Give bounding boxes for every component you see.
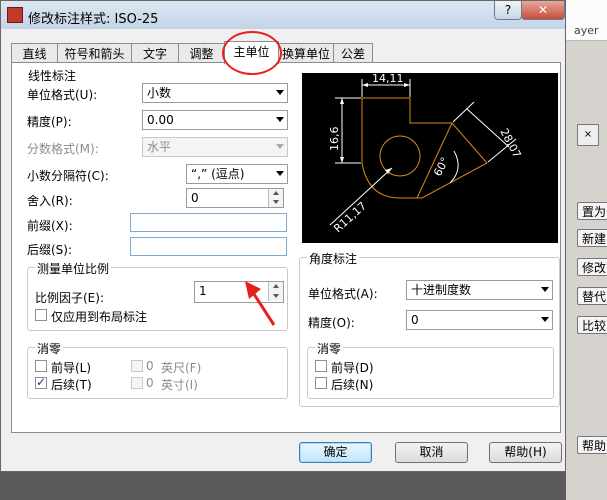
angular-unit-format-label: 单位格式(A):: [308, 287, 378, 301]
inch-value: 0: [146, 376, 154, 390]
round-off-value: 0: [191, 191, 199, 205]
preview-dim-right: 28,07: [497, 126, 523, 160]
angular-trailing-zero-checkbox[interactable]: [315, 377, 327, 389]
round-off-label: 舍入(R):: [27, 194, 73, 208]
tab-symbols-arrows[interactable]: 符号和箭头: [57, 43, 132, 63]
close-icon[interactable]: ✕: [521, 1, 565, 20]
tab-lines[interactable]: 直线: [11, 43, 58, 63]
tab-fit[interactable]: 调整: [178, 43, 225, 63]
angular-leading-zero-label: 前导(D): [331, 361, 374, 375]
preview-drawing: 14,11 16,6 28,07 60° R11,17: [328, 72, 524, 235]
background-close-icon[interactable]: ×: [577, 124, 599, 146]
chevron-down-icon: [276, 144, 284, 149]
suffix-input[interactable]: [130, 237, 287, 256]
chevron-down-icon: [276, 171, 284, 176]
layer-strip: ayer: [566, 0, 607, 41]
apply-layout-only-label: 仅应用到布局标注: [51, 310, 148, 324]
chevron-down-icon: [276, 117, 284, 122]
prefix-label: 前缀(X):: [27, 219, 73, 233]
angular-unit-format-select[interactable]: 十进制度数: [406, 280, 553, 300]
scale-factor-label: 比例因子(E):: [35, 291, 104, 305]
help-icon[interactable]: ?: [494, 1, 522, 20]
inch-label: 英寸(I): [161, 378, 198, 392]
zero-linear-title: 消零: [35, 340, 64, 357]
red-arrow-annotation: [245, 281, 276, 326]
preview-dim-radius: R11,17: [331, 199, 369, 235]
app-icon: [7, 7, 23, 23]
prefix-input[interactable]: [130, 213, 287, 232]
tab-text[interactable]: 文字: [131, 43, 179, 63]
inch-checkbox[interactable]: [131, 377, 143, 389]
angular-trailing-zero-label: 后续(N): [331, 378, 374, 392]
scale-factor-value: 1: [199, 284, 207, 298]
dimension-preview: 14,11 16,6 28,07 60° R11,17: [302, 72, 558, 243]
preview-dim-angle: 60°: [431, 155, 452, 178]
background-set-current-button[interactable]: 置为当: [577, 202, 607, 220]
fraction-format-label: 分数格式(M):: [27, 142, 99, 156]
leading-zero-checkbox[interactable]: [35, 360, 47, 372]
background-new-button[interactable]: 新建: [577, 229, 607, 247]
trailing-zero-checkbox[interactable]: [35, 375, 47, 389]
background-compare-button[interactable]: 比较: [577, 316, 607, 334]
decimal-separator-select[interactable]: “,” (逗点): [186, 164, 288, 184]
layer-text: ayer: [574, 24, 599, 37]
title-bar: 修改标注样式: ISO-25 ? ✕: [1, 1, 565, 29]
angular-precision-select[interactable]: 0: [406, 310, 553, 330]
unit-format-label: 单位格式(U):: [27, 88, 98, 102]
chevron-down-icon: [276, 90, 284, 95]
feet-checkbox[interactable]: [131, 360, 143, 372]
linear-group-title: 线性标注: [26, 67, 79, 84]
chevron-down-icon: [541, 317, 549, 322]
spin-down-icon[interactable]: [268, 198, 283, 207]
background-app-panel: ayer × 置为当 新建 修改 替代 比较 帮助: [566, 0, 607, 500]
background-modify-button[interactable]: 修改: [577, 258, 607, 276]
tab-alternate-units[interactable]: 换算单位: [278, 43, 334, 63]
feet-value: 0: [146, 359, 154, 373]
dialog-title: 修改标注样式: ISO-25: [28, 12, 159, 27]
zero-angular-title: 消零: [315, 340, 344, 357]
decimal-separator-label: 小数分隔符(C):: [27, 169, 109, 183]
preview-arrowheads: [340, 83, 410, 174]
angular-precision-label: 精度(O):: [308, 316, 355, 330]
precision-select[interactable]: 0.00: [142, 110, 288, 130]
preview-geometry: [361, 97, 488, 199]
highlight-circle-annotation: [222, 31, 282, 75]
background-help-button[interactable]: 帮助: [577, 436, 607, 454]
precision-label: 精度(P):: [27, 115, 72, 129]
apply-layout-only-checkbox[interactable]: [35, 309, 47, 321]
suffix-label: 后缀(S):: [27, 243, 73, 257]
modify-dimension-style-dialog: 修改标注样式: ISO-25 ? ✕ 直线 符号和箭头 文字 调整 主单位 换算…: [0, 0, 566, 472]
chevron-down-icon: [541, 287, 549, 292]
ok-button[interactable]: 确定: [299, 442, 372, 463]
angular-leading-zero-checkbox[interactable]: [315, 360, 327, 372]
feet-label: 英尺(F): [161, 361, 202, 375]
help-button[interactable]: 帮助(H): [489, 442, 562, 463]
leading-zero-label: 前导(L): [51, 361, 92, 375]
unit-format-select[interactable]: 小数: [142, 83, 288, 103]
scale-group-title: 测量单位比例: [35, 260, 112, 277]
fraction-format-select[interactable]: 水平: [142, 137, 288, 157]
preview-dim-left: 16,6: [328, 127, 341, 152]
round-off-spinner[interactable]: 0: [186, 188, 284, 208]
background-override-button[interactable]: 替代: [577, 287, 607, 305]
preview-dim-top: 14,11: [372, 73, 404, 85]
angular-group-title: 角度标注: [307, 250, 360, 267]
cancel-button[interactable]: 取消: [395, 442, 468, 463]
trailing-zero-label: 后续(T): [51, 378, 92, 392]
tab-tolerances[interactable]: 公差: [333, 43, 373, 63]
